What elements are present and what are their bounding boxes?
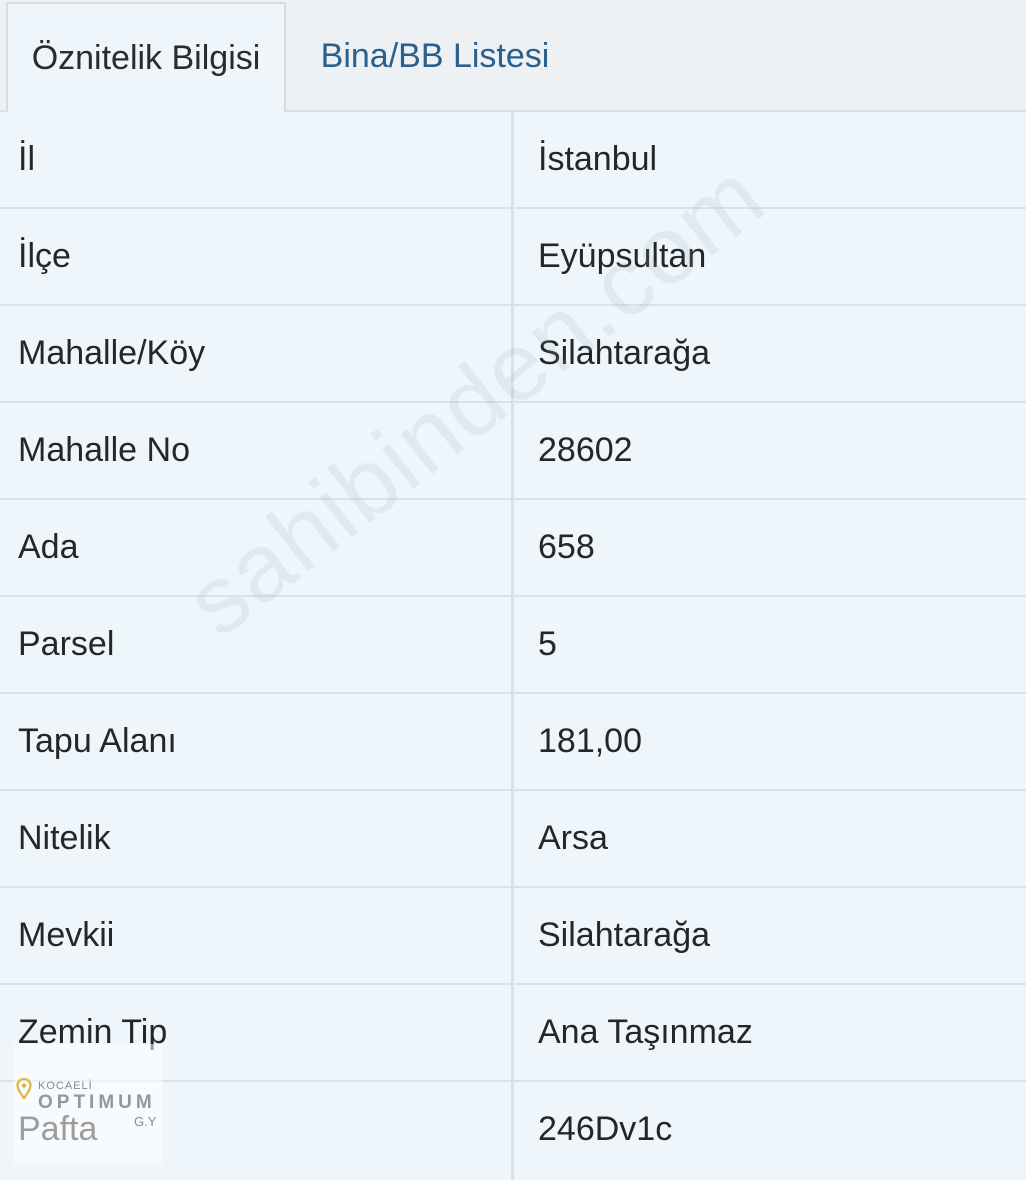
row-label: Tapu Alanı <box>18 722 177 760</box>
row-value: 658 <box>538 528 595 566</box>
tab-oznitelik-bilgisi[interactable]: Öznitelik Bilgisi <box>6 2 286 112</box>
row-value: 28602 <box>538 431 633 469</box>
row-value: Arsa <box>538 819 608 857</box>
row-value: 181,00 <box>538 722 642 760</box>
row-label: Nitelik <box>18 819 111 857</box>
row-value: Eyüpsultan <box>538 237 707 275</box>
row-label: İlçe <box>18 237 71 275</box>
row-value: 5 <box>538 625 557 663</box>
tab-bar: Öznitelik Bilgisi Bina/BB Listesi <box>0 0 1026 112</box>
row-label: Parsel <box>18 625 115 663</box>
row-value: 246Dv1c <box>538 1110 673 1148</box>
row-value: İstanbul <box>538 140 658 178</box>
row-label: Zemin Tip <box>18 1013 168 1051</box>
row-label: İl <box>18 140 35 178</box>
row-label: Ada <box>18 528 79 566</box>
tab-bina-bb-listesi[interactable]: Bina/BB Listesi <box>296 2 574 110</box>
row-value: Ana Taşınmaz <box>538 1013 753 1051</box>
row-label: Pafta <box>18 1110 98 1148</box>
row-label: Mahalle No <box>18 431 190 469</box>
row-value: Silahtarağa <box>538 334 711 372</box>
row-value: Silahtarağa <box>538 916 711 954</box>
column-divider <box>511 112 514 1180</box>
row-label: Mevkii <box>18 916 115 954</box>
row-label: Mahalle/Köy <box>18 334 206 372</box>
